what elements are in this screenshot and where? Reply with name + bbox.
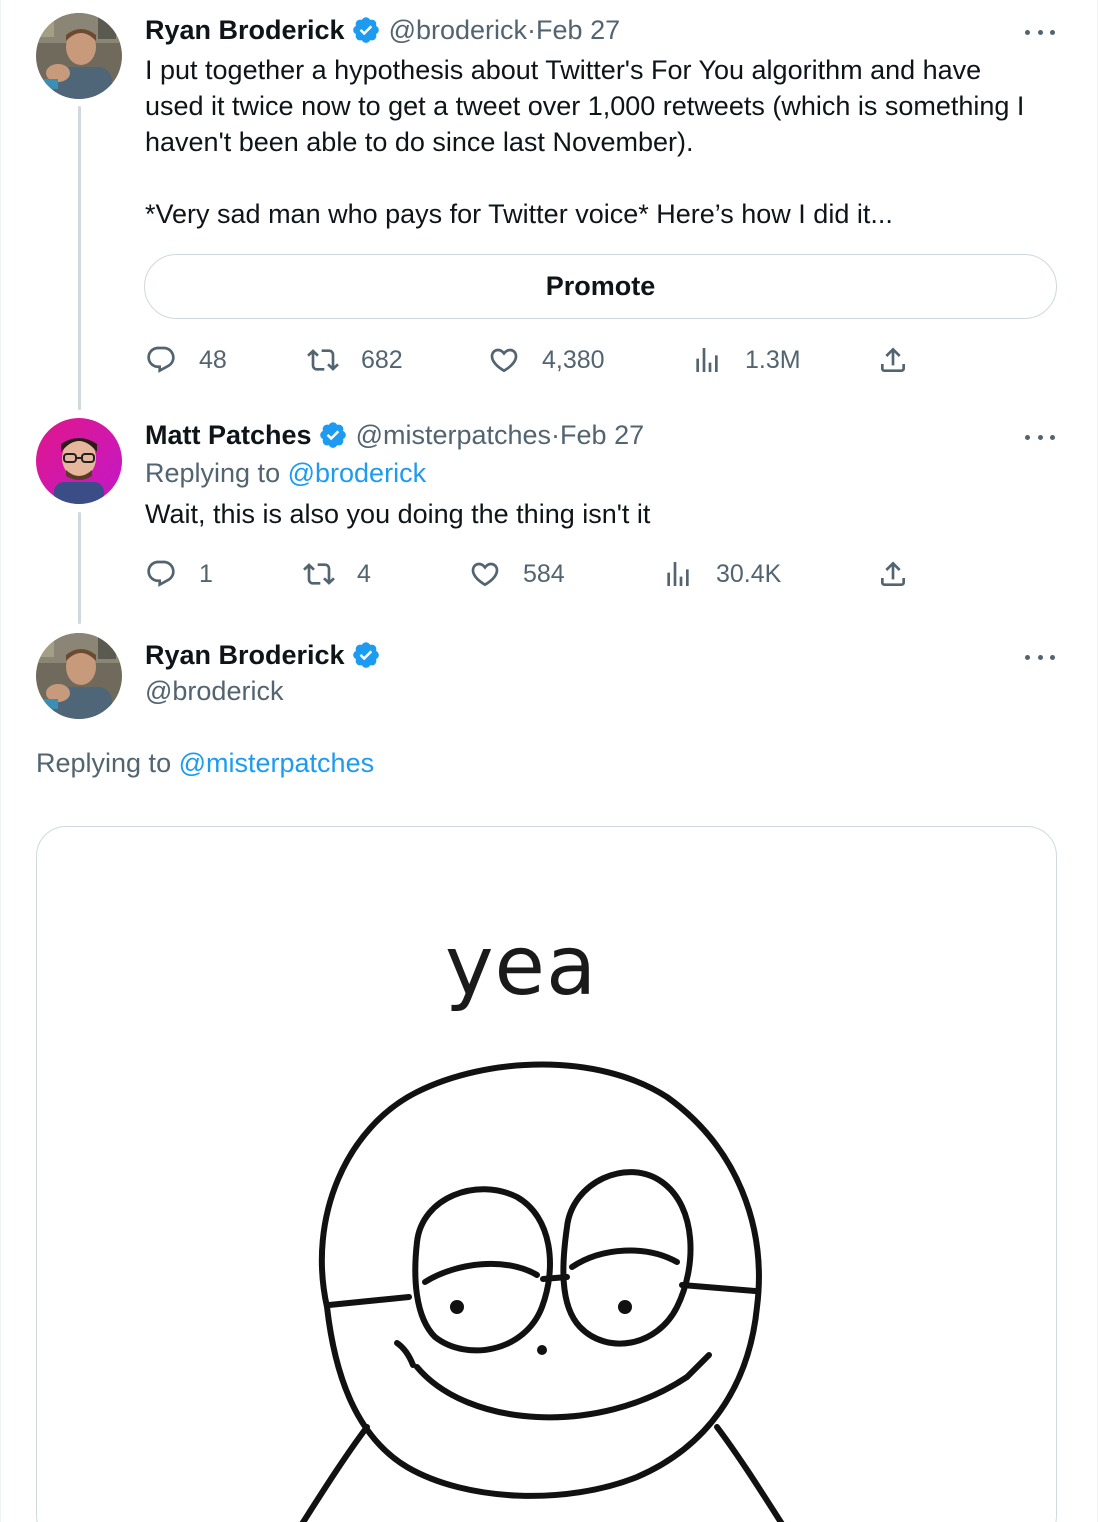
tweet-text-line: haven't been able to do since last Novem… — [145, 127, 694, 157]
reply-icon — [147, 560, 175, 587]
share-button[interactable] — [877, 340, 909, 380]
conversation-thread: Ryan Broderick @broderick · Feb 27 I put… — [0, 0, 1098, 1522]
replying-to-label: Replying to — [145, 458, 281, 488]
date-separator: · — [551, 419, 561, 450]
views-icon — [667, 562, 689, 586]
tweet-header: Ryan Broderick @broderick · Feb 27 — [145, 12, 620, 48]
avatar[interactable] — [36, 13, 122, 99]
share-icon — [881, 347, 905, 372]
mention-link[interactable]: @misterpatches — [179, 748, 374, 778]
display-name[interactable]: Ryan Broderick — [145, 15, 345, 46]
date-separator: · — [527, 14, 537, 45]
replying-to: Replying to @broderick — [145, 458, 426, 489]
like-count: 584 — [523, 559, 565, 588]
reply-count: 48 — [199, 345, 227, 374]
avatar[interactable] — [36, 418, 122, 504]
media-image[interactable]: yea — [36, 826, 1057, 1522]
replying-to-label: Replying to — [36, 748, 172, 778]
like-button[interactable]: 584 — [469, 554, 565, 594]
like-button[interactable]: 4,380 — [488, 340, 605, 380]
like-icon — [471, 562, 499, 587]
retweet-button[interactable]: 682 — [307, 340, 403, 380]
tweet-text-line: Wait, this is also you doing the thing i… — [145, 499, 651, 529]
tweet-date[interactable]: Feb 27 — [560, 420, 644, 451]
tweet-text: I put together a hypothesis about Twitte… — [145, 52, 1065, 232]
views-button[interactable]: 30.4K — [662, 554, 781, 594]
retweet-button[interactable]: 4 — [303, 554, 371, 594]
meme-drawing — [299, 1061, 785, 1522]
retweet-icon — [307, 349, 339, 371]
views-button[interactable]: 1.3M — [691, 340, 801, 380]
tweet-header: Matt Patches @misterpatches · Feb 27 — [145, 417, 644, 453]
more-icon[interactable] — [1025, 647, 1055, 667]
display-name[interactable]: Matt Patches — [145, 420, 312, 451]
share-icon — [881, 561, 905, 586]
more-icon[interactable] — [1025, 427, 1055, 447]
views-icon — [696, 348, 718, 372]
reply-button[interactable]: 1 — [145, 554, 213, 594]
views-count: 1.3M — [745, 345, 801, 374]
tweet-text-line: *Very sad man who pays for Twitter voice… — [145, 199, 893, 229]
views-count: 30.4K — [716, 559, 782, 588]
reply-icon — [147, 346, 175, 373]
handle-row: @broderick — [145, 673, 283, 709]
tweet-actions: 48 682 4,380 1.3M — [1, 340, 1098, 380]
reply-count: 1 — [199, 559, 213, 588]
avatar[interactable] — [36, 633, 122, 719]
handle[interactable]: @broderick — [145, 676, 283, 707]
tweet-text: Wait, this is also you doing the thing i… — [145, 496, 1065, 532]
mention-link[interactable]: @broderick — [288, 458, 426, 488]
verified-badge-icon[interactable] — [351, 15, 381, 45]
reply-button[interactable]: 48 — [145, 340, 227, 380]
handle[interactable]: @broderick — [389, 15, 527, 46]
like-icon — [490, 348, 518, 373]
retweet-count: 682 — [361, 345, 403, 374]
tweet-text-line: used it twice now to get a tweet over 1,… — [145, 91, 1025, 121]
tweet-header: Ryan Broderick — [145, 637, 389, 673]
promote-button[interactable]: Promote — [144, 254, 1057, 319]
more-icon[interactable] — [1025, 22, 1055, 42]
like-count: 4,380 — [542, 345, 605, 374]
replying-to: Replying to @misterpatches — [36, 748, 374, 779]
tweet-text-line: I put together a hypothesis about Twitte… — [145, 55, 982, 85]
display-name[interactable]: Ryan Broderick — [145, 640, 345, 671]
handle[interactable]: @misterpatches — [356, 420, 551, 451]
tweet-actions: 1 4 584 30.4K — [1, 554, 1098, 594]
verified-badge-icon[interactable] — [351, 640, 381, 670]
retweet-icon — [303, 563, 335, 585]
share-button[interactable] — [877, 554, 909, 594]
tweet-date[interactable]: Feb 27 — [536, 15, 620, 46]
verified-badge-icon[interactable] — [318, 420, 348, 450]
retweet-count: 4 — [357, 559, 371, 588]
